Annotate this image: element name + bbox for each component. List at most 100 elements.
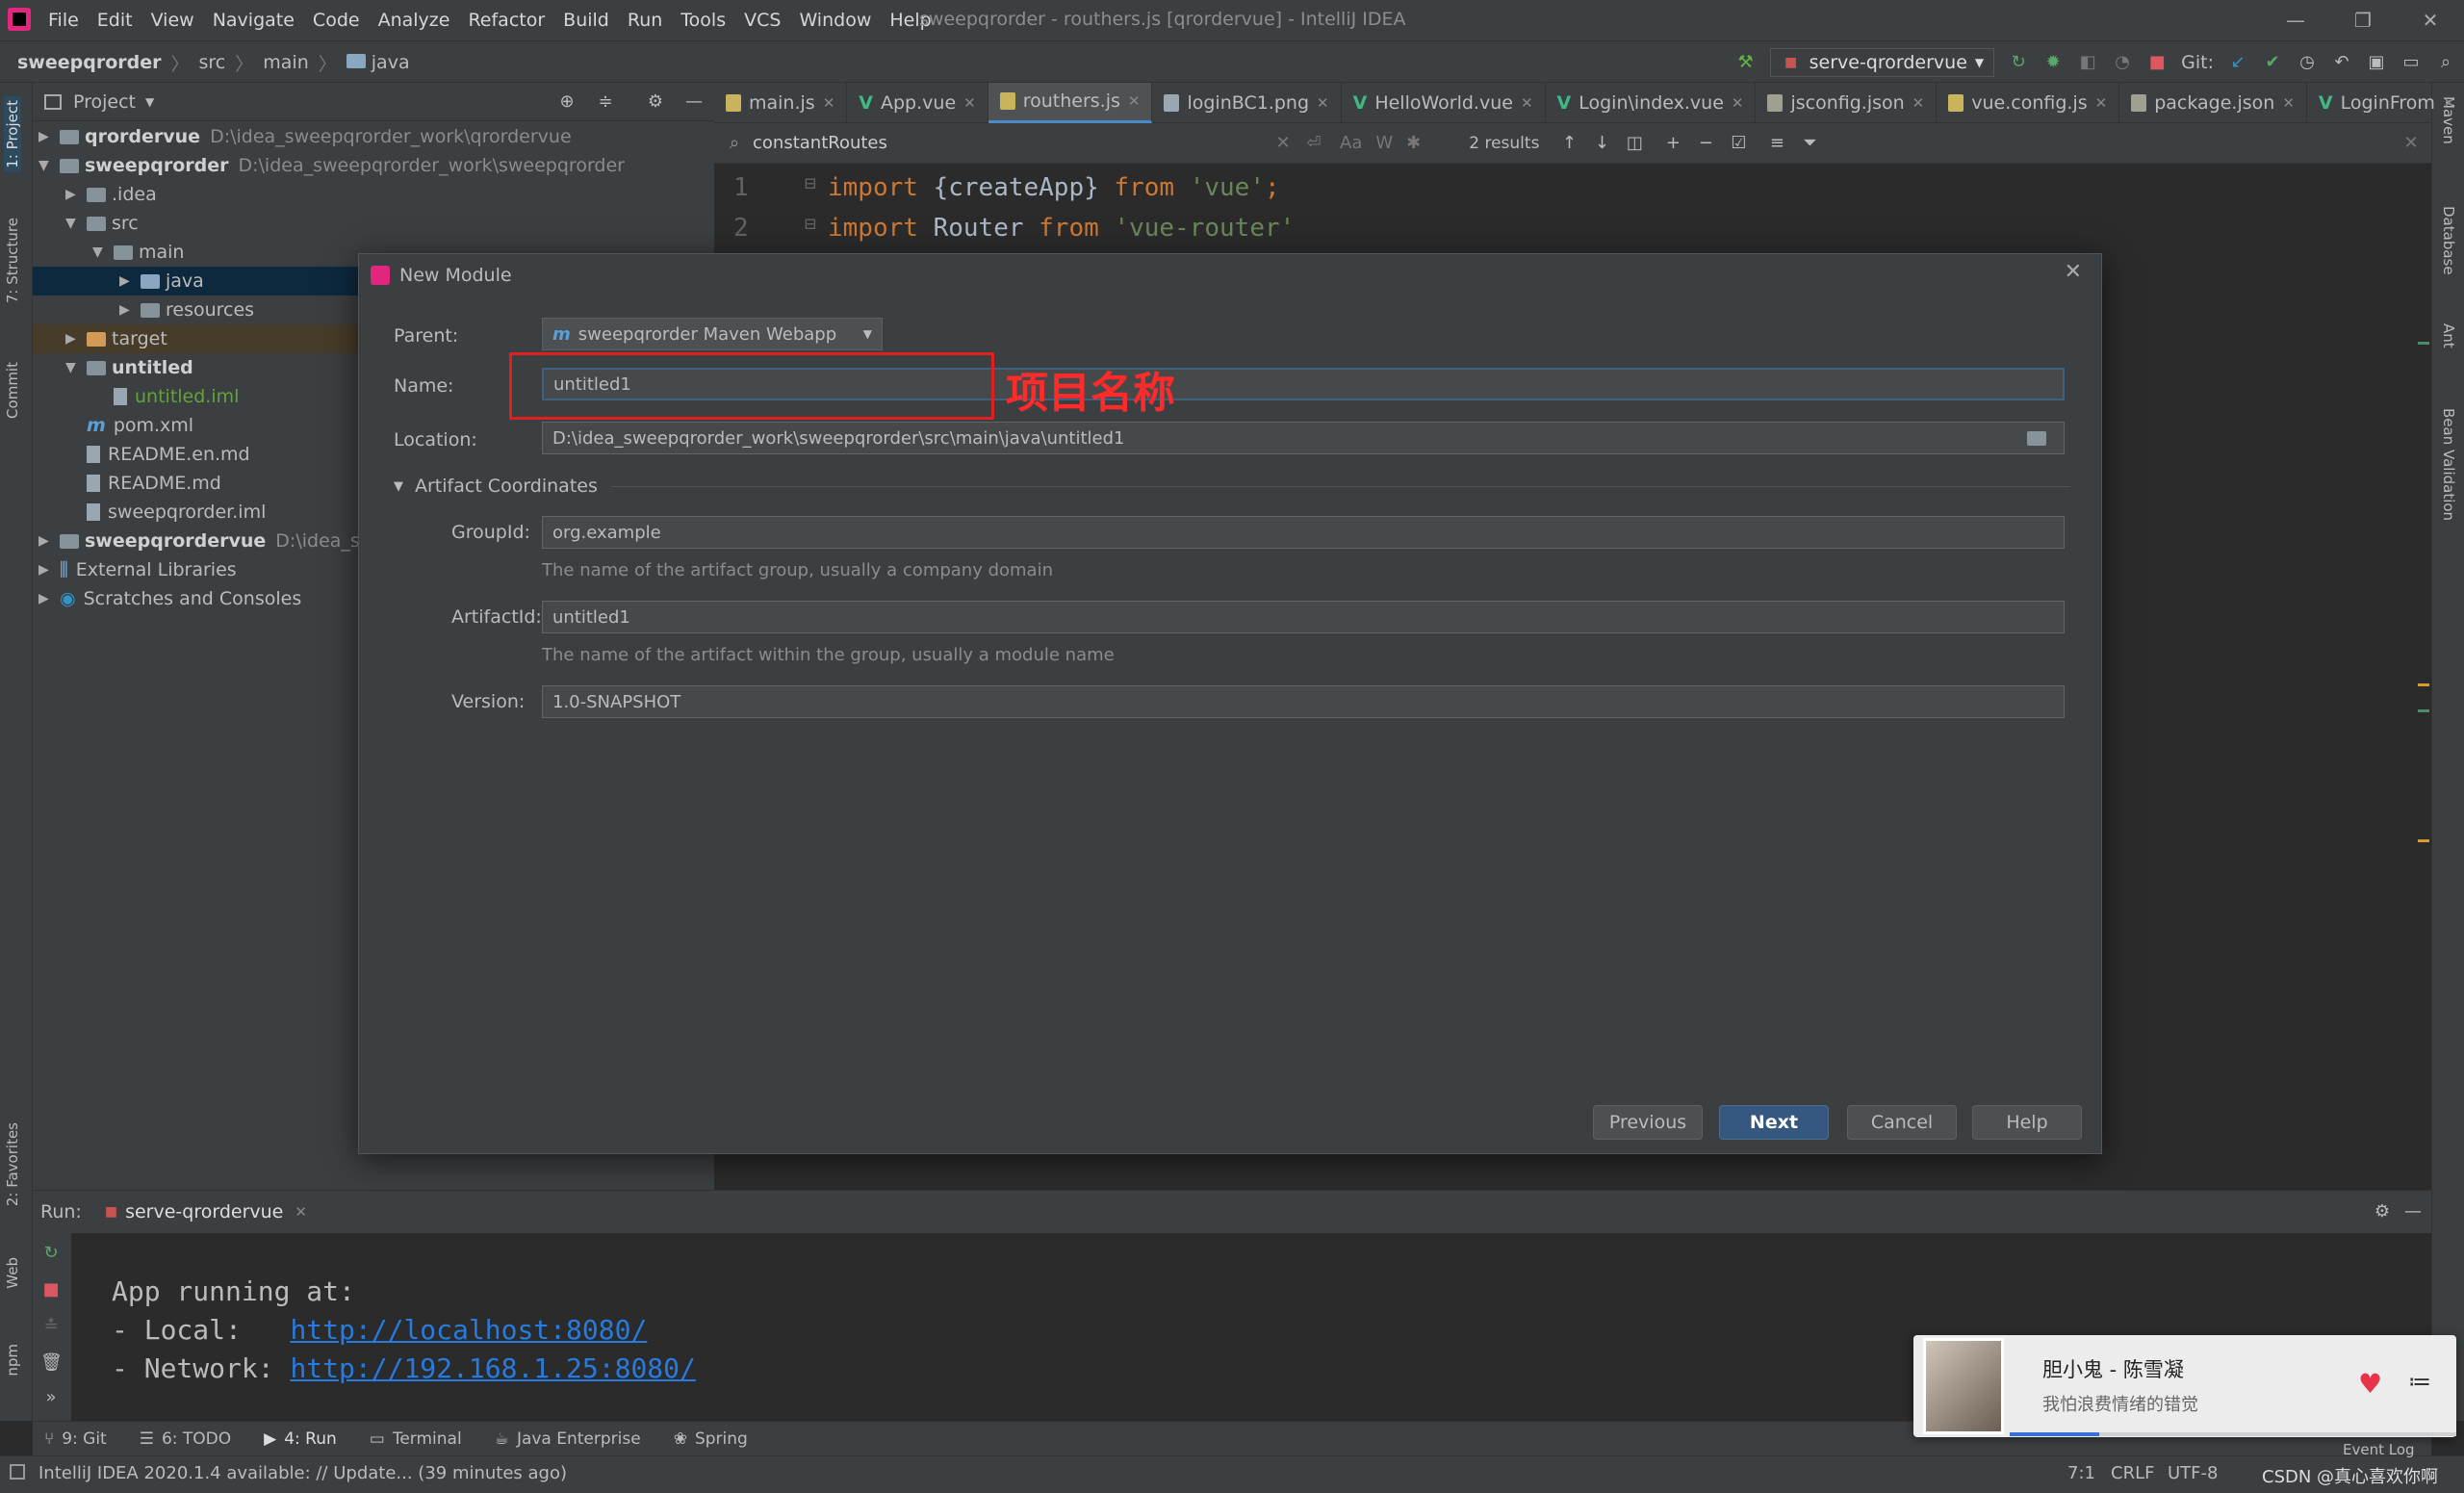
- gear-icon[interactable]: ⚙: [645, 91, 666, 113]
- git-commit-icon[interactable]: ✔: [2262, 52, 2283, 73]
- regex-toggle[interactable]: ✱: [1406, 133, 1421, 153]
- profile-icon[interactable]: ◔: [2112, 52, 2133, 73]
- bottom-tab-git[interactable]: ⑂ 9: Git: [44, 1429, 107, 1449]
- menu-code[interactable]: Code: [313, 10, 360, 31]
- close-find-icon[interactable]: ✕: [2400, 133, 2422, 154]
- artifact-coordinates-section[interactable]: ▼ Artifact Coordinates: [394, 476, 2070, 497]
- editor-tab[interactable]: jsconfig.json ✕: [1756, 82, 1938, 123]
- minimize-button[interactable]: —: [2262, 9, 2329, 32]
- close-tab-icon[interactable]: ✕: [1521, 94, 1533, 112]
- stop-icon[interactable]: ■: [2146, 52, 2168, 73]
- editor-tab[interactable]: V App.vue ✕: [847, 82, 988, 123]
- hide-icon[interactable]: —: [2402, 1201, 2424, 1223]
- chevron-right-icon[interactable]: ▶: [65, 187, 83, 202]
- menu-edit[interactable]: Edit: [97, 10, 133, 31]
- git-update-icon[interactable]: ↙: [2227, 52, 2248, 73]
- locate-icon[interactable]: ⊕: [556, 91, 578, 113]
- chevron-right-icon[interactable]: ▶: [38, 591, 56, 606]
- tool-tab-web[interactable]: Web: [4, 1257, 21, 1289]
- new-line-icon[interactable]: ⏎: [1303, 133, 1324, 154]
- filter-icon[interactable]: ⏷: [1799, 133, 1820, 154]
- chevron-right-icon[interactable]: ▶: [119, 302, 137, 318]
- heart-icon[interactable]: ♥: [2358, 1368, 2382, 1400]
- bottom-tab-spring[interactable]: ❀ Spring: [674, 1429, 748, 1449]
- breadcrumb-src[interactable]: src: [199, 52, 226, 73]
- editor-tab[interactable]: package.json ✕: [2119, 82, 2307, 123]
- menu-run[interactable]: Run: [628, 10, 662, 31]
- tool-tab-commit[interactable]: Commit: [4, 362, 21, 419]
- fold-icon[interactable]: ⊟: [805, 212, 816, 235]
- file-encoding[interactable]: UTF-8: [2168, 1463, 2218, 1483]
- close-tab-icon[interactable]: ✕: [823, 94, 835, 112]
- bottom-tab-java-enterprise[interactable]: ☕ Java Enterprise: [495, 1429, 641, 1449]
- version-field[interactable]: 1.0-SNAPSHOT: [542, 685, 2065, 718]
- playlist-icon[interactable]: ≔: [2408, 1368, 2431, 1395]
- chevron-down-icon[interactable]: ▼: [65, 360, 83, 375]
- layout-icon[interactable]: ≛: [40, 1316, 62, 1337]
- select-all-icon[interactable]: ☑: [1728, 133, 1749, 154]
- collapse-all-icon[interactable]: ≑: [595, 91, 616, 113]
- menu-view[interactable]: View: [151, 10, 194, 31]
- hide-icon[interactable]: —: [683, 91, 705, 113]
- menu-build[interactable]: Build: [563, 10, 609, 31]
- find-input[interactable]: constantRoutes: [753, 133, 1272, 153]
- git-history-icon[interactable]: ◷: [2297, 52, 2318, 73]
- close-tab-icon[interactable]: ✕: [963, 94, 976, 112]
- search-icon[interactable]: ⌕: [2435, 52, 2456, 73]
- chevron-down-icon[interactable]: ▼: [145, 95, 154, 109]
- close-tab-icon[interactable]: ✕: [2443, 94, 2455, 112]
- gear-icon[interactable]: ⚙: [2372, 1201, 2393, 1223]
- network-url-link[interactable]: http://192.168.1.25:8080/: [290, 1352, 695, 1384]
- run-configuration-select[interactable]: ■ serve-qrordervue ▼: [1769, 48, 1995, 77]
- tool-tab-project[interactable]: 1: Project: [4, 96, 21, 172]
- editor-tab[interactable]: V HelloWorld.vue ✕: [1342, 82, 1546, 123]
- tree-item[interactable]: ▼ sweepqrorder D:\idea_sweepqrorder_work\s…: [33, 151, 714, 180]
- tool-tab-database[interactable]: Database: [2440, 206, 2457, 275]
- chevron-right-icon[interactable]: ▶: [38, 562, 56, 578]
- clear-icon[interactable]: ✕: [1272, 133, 1294, 154]
- trash-icon[interactable]: 🗑: [40, 1352, 63, 1374]
- chevron-down-icon[interactable]: ▼: [38, 158, 56, 173]
- breadcrumb-project[interactable]: sweepqrorder: [17, 52, 162, 73]
- editor-tab[interactable]: vue.config.js ✕: [1937, 82, 2120, 123]
- local-url-link[interactable]: http://localhost:8080/: [290, 1314, 647, 1346]
- tool-tab-ant[interactable]: Ant: [2440, 323, 2457, 348]
- debug-icon[interactable]: ✹: [2042, 52, 2064, 73]
- coverage-icon[interactable]: ◧: [2077, 52, 2098, 73]
- breadcrumb-main[interactable]: main: [263, 52, 308, 73]
- chevron-right-icon[interactable]: ▶: [65, 331, 83, 347]
- event-log[interactable]: Event Log: [2343, 1441, 2415, 1458]
- close-tab-icon[interactable]: ✕: [1128, 92, 1141, 110]
- browse-folder-icon[interactable]: [2027, 430, 2046, 446]
- tool-tab-structure[interactable]: 7: Structure: [4, 218, 21, 303]
- editor-tab[interactable]: routhers.js ✕: [988, 82, 1153, 123]
- close-tab-icon[interactable]: ✕: [1732, 94, 1744, 112]
- stop-icon[interactable]: ■: [40, 1279, 62, 1300]
- menu-analyze[interactable]: Analyze: [378, 10, 450, 31]
- parent-select[interactable]: m sweepqrorder Maven Webapp ▼: [542, 318, 883, 350]
- rerun-icon[interactable]: ↻: [40, 1243, 62, 1264]
- chevron-right-icon[interactable]: ▶: [38, 129, 56, 144]
- close-tab-icon[interactable]: ✕: [2095, 94, 2108, 112]
- progress-track[interactable]: [2010, 1432, 2456, 1436]
- cancel-button[interactable]: Cancel: [1847, 1105, 1957, 1140]
- chevron-down-icon[interactable]: ▼: [65, 216, 83, 231]
- remove-selection-icon[interactable]: −: [1695, 133, 1716, 154]
- chevron-right-icon[interactable]: ▶: [38, 533, 56, 549]
- maximize-button[interactable]: ❐: [2329, 9, 2397, 32]
- caret-position[interactable]: 7:1: [2067, 1463, 2095, 1483]
- chevron-down-icon[interactable]: ▼: [92, 245, 110, 260]
- tree-item[interactable]: ▶ qrordervue D:\idea_sweepqrorder_work\qro…: [33, 122, 714, 151]
- close-window-button[interactable]: ✕: [2397, 9, 2464, 32]
- project-structure-icon[interactable]: ▣: [2366, 52, 2387, 73]
- presentation-icon[interactable]: ▭: [2400, 52, 2422, 73]
- select-all-occurrences-icon[interactable]: ◫: [1624, 133, 1645, 154]
- close-icon[interactable]: ✕: [2065, 260, 2082, 284]
- editor-tab[interactable]: main.js ✕: [714, 82, 848, 123]
- in-selection-icon[interactable]: ≡: [1766, 133, 1787, 154]
- next-button[interactable]: Next: [1719, 1105, 1829, 1140]
- tool-tab-bean-validation[interactable]: Bean Validation: [2440, 408, 2457, 521]
- location-field[interactable]: D:\idea_sweepqrorder_work\sweepqrorder\s…: [542, 422, 2065, 454]
- close-tab-icon[interactable]: ✕: [295, 1203, 307, 1221]
- tool-tab-npm[interactable]: npm: [4, 1344, 21, 1377]
